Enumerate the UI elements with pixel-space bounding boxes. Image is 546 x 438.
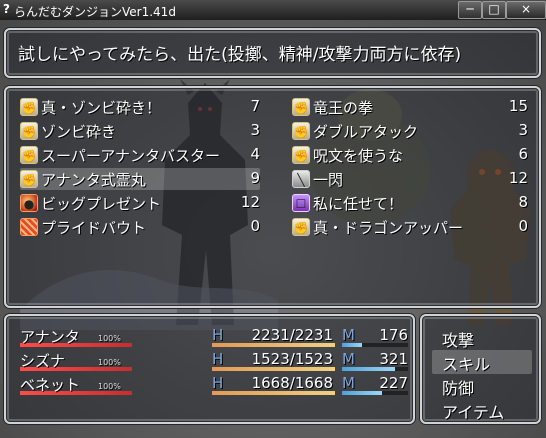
skill-item[interactable]: ● ビッグプレゼント 12 <box>20 192 260 214</box>
skill-count: 12 <box>508 169 528 187</box>
skill-name: 私に任せて！ <box>313 195 404 213</box>
minimize-button[interactable]: ─ <box>458 1 482 19</box>
skill-name: アナンタ式霊丸 <box>41 171 146 189</box>
skill-item[interactable]: ✊ 真・ドラゴンアッパー 0 <box>292 216 528 238</box>
hp-value: 1523/1523 <box>251 350 333 368</box>
actor-row[interactable]: アナンタ 100% H 2231/2231 M 176 <box>16 326 408 350</box>
skill-count: 4 <box>250 145 260 163</box>
skill-name: スーパーアナンタバスター <box>41 147 220 165</box>
actor-state: 100% <box>98 358 121 367</box>
skill-count: 8 <box>518 193 528 211</box>
command-label: スキル <box>442 355 491 374</box>
skill-count: 15 <box>508 97 528 115</box>
command-label: アイテム <box>442 403 505 422</box>
hp-value: 1668/1668 <box>251 374 333 392</box>
command-window: 攻撃 スキル 防御 アイテム <box>420 314 541 424</box>
actor-row[interactable]: シズナ 100% H 1523/1523 M 321 <box>16 350 408 374</box>
fist-icon: ✊ <box>20 146 38 164</box>
command-label: 攻撃 <box>442 331 475 350</box>
skill-item[interactable]: ✊ ダブルアタック 3 <box>292 120 528 142</box>
skill-item[interactable]: ☐ 私に任せて！ 8 <box>292 192 528 214</box>
skill-item[interactable]: プライドバウト 0 <box>20 216 260 238</box>
skill-name: 一閃 <box>313 171 344 189</box>
skill-name: ゾンビ砕き <box>41 123 117 141</box>
actor-name: シズナ <box>20 352 66 370</box>
actor-state: 100% <box>98 382 121 391</box>
skill-list-window: ✊ 真・ゾンビ砕き！ 7 ✊ ゾンビ砕き 3 ✊ スーパーアナンタバスター 4 … <box>4 86 541 308</box>
skill-name: ダブルアタック <box>313 123 419 141</box>
fist-icon: ✊ <box>20 122 38 140</box>
skill-count: 7 <box>250 97 260 115</box>
command-item[interactable]: アイテム <box>432 398 532 422</box>
skill-item[interactable]: ✊ 呪文を使うな 6 <box>292 144 528 166</box>
hp-label: H <box>212 326 224 344</box>
window-title: らんだむダンジョンVer1.41d <box>14 5 176 19</box>
skill-name: 真・ドラゴンアッパー <box>313 219 464 237</box>
skill-count: 12 <box>240 193 260 211</box>
skill-name: 真・ゾンビ砕き！ <box>41 99 162 117</box>
skill-item[interactable]: ✊ ゾンビ砕き 3 <box>20 120 260 142</box>
skill-name: 竜王の拳 <box>313 99 374 117</box>
pride-icon <box>20 218 38 236</box>
mp-value: 321 <box>379 350 408 368</box>
mp-label: M <box>342 374 355 392</box>
hp-label: H <box>212 350 224 368</box>
command-attack[interactable]: 攻撃 <box>432 326 532 350</box>
mp-value: 227 <box>379 374 408 392</box>
skill-item[interactable]: ✊ 竜王の拳 15 <box>292 96 528 118</box>
mp-value: 176 <box>379 326 408 344</box>
book-icon: ☐ <box>292 194 310 212</box>
skill-name: 呪文を使うな <box>313 147 404 165</box>
sword-icon: ╲ <box>292 170 310 188</box>
skill-count: 6 <box>518 145 528 163</box>
command-guard[interactable]: 防御 <box>432 374 532 398</box>
hp-label: H <box>212 374 224 392</box>
skill-count: 9 <box>250 169 260 187</box>
fist-icon: ✊ <box>20 170 38 188</box>
skill-name: プライドバウト <box>41 219 147 237</box>
party-status-window: アナンタ 100% H 2231/2231 M 176 シズナ 100% H 1… <box>4 314 415 424</box>
actor-name: ベネット <box>20 376 81 394</box>
skill-count: 3 <box>518 121 528 139</box>
hp-value: 2231/2231 <box>251 326 333 344</box>
skill-item[interactable]: ╲ 一閃 12 <box>292 168 528 190</box>
fist-icon: ✊ <box>292 146 310 164</box>
skill-count: 0 <box>250 217 260 235</box>
maximize-button[interactable]: □ <box>482 1 506 19</box>
actor-row[interactable]: ベネット 100% H 1668/1668 M 227 <box>16 374 408 398</box>
fist-icon: ✊ <box>20 98 38 116</box>
skill-count: 3 <box>250 121 260 139</box>
actor-name: アナンタ <box>20 328 80 346</box>
fist-icon: ✊ <box>292 122 310 140</box>
mp-label: M <box>342 326 355 344</box>
command-skill[interactable]: スキル <box>432 350 532 374</box>
help-text: 試しにやってみたら、出た(投擲、精神/攻撃力両方に依存) <box>18 45 462 65</box>
mp-label: M <box>342 350 355 368</box>
fist-icon: ✊ <box>292 98 310 116</box>
skill-item-selected[interactable]: ✊ アナンタ式霊丸 9 <box>20 168 260 190</box>
close-button[interactable]: × <box>506 1 546 19</box>
help-window: 試しにやってみたら、出た(投擲、精神/攻撃力両方に依存) <box>4 28 541 78</box>
bomb-icon: ● <box>20 194 38 212</box>
fist-icon: ✊ <box>292 218 310 236</box>
skill-item[interactable]: ✊ 真・ゾンビ砕き！ 7 <box>20 96 260 118</box>
skill-item[interactable]: ✊ スーパーアナンタバスター 4 <box>20 144 260 166</box>
command-label: 防御 <box>442 379 475 398</box>
skill-name: ビッグプレゼント <box>41 195 162 213</box>
skill-count: 0 <box>518 217 528 235</box>
actor-state: 100% <box>98 334 121 343</box>
window-titlebar: ? らんだむダンジョンVer1.41d ─ □ × <box>0 0 546 20</box>
